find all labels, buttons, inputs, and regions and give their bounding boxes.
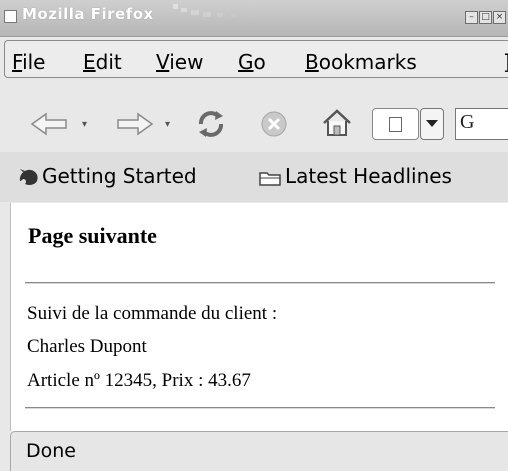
- window-menu-icon[interactable]: [4, 10, 17, 23]
- rss-folder-icon: [259, 172, 281, 186]
- status-bar: Done: [10, 431, 508, 471]
- menu-bookmarks-label: ookmarks: [318, 50, 417, 74]
- menu-view-label: iew: [169, 50, 204, 74]
- page-content: Page suivante Suivi de la commande du cl…: [10, 203, 508, 431]
- minimize-button[interactable]: –: [465, 11, 478, 24]
- customer-name: Charles Dupont: [27, 336, 147, 357]
- menu-view[interactable]: View: [156, 50, 203, 74]
- menu-edit-label: dit: [95, 50, 122, 74]
- menu-bookmarks[interactable]: Bookmarks: [305, 50, 417, 74]
- close-button[interactable]: ×: [493, 11, 506, 24]
- firefox-icon: [19, 169, 38, 185]
- reload-icon[interactable]: [194, 108, 228, 140]
- home-icon[interactable]: [320, 108, 354, 138]
- page-icon: [389, 117, 402, 132]
- bookmark-latest-headlines[interactable]: Latest Headlines: [285, 164, 452, 188]
- horizontal-rule: [25, 282, 495, 284]
- menu-go-label: o: [253, 50, 266, 74]
- title-decoration-icon: [173, 4, 236, 17]
- menu-file-label: ile: [22, 50, 46, 74]
- dropdown-arrow-icon: [426, 120, 438, 127]
- horizontal-rule: [25, 407, 495, 409]
- address-dropdown-button[interactable]: [420, 108, 444, 140]
- status-text: Done: [26, 440, 76, 462]
- window-title: Mozilla Firefox: [22, 5, 154, 23]
- menu-file[interactable]: File: [12, 50, 45, 74]
- menu-file-mnemonic: F: [12, 50, 23, 74]
- article-price: Article nº 12345, Prix : 43.67: [27, 370, 251, 391]
- menu-overflow[interactable]: ]: [503, 50, 508, 74]
- forward-history-dropdown-icon[interactable]: ▾: [165, 119, 170, 130]
- bookmarks-toolbar: Getting Started Latest Headlines: [0, 152, 508, 202]
- search-bar[interactable]: G: [455, 108, 508, 140]
- menu-view-mnemonic: V: [156, 50, 170, 74]
- back-icon[interactable]: [30, 112, 70, 136]
- menu-go[interactable]: Go: [238, 50, 266, 74]
- forward-icon[interactable]: [114, 112, 154, 136]
- address-bar[interactable]: [372, 108, 419, 140]
- page-heading: Page suivante: [28, 223, 157, 248]
- stop-icon[interactable]: [260, 110, 288, 138]
- browser-window: Mozilla Firefox – □ × File Edit View Go …: [0, 0, 508, 471]
- menu-edit[interactable]: Edit: [83, 50, 122, 74]
- menu-bookmarks-mnemonic: B: [305, 50, 319, 74]
- back-history-dropdown-icon[interactable]: ▾: [82, 119, 87, 130]
- maximize-button[interactable]: □: [479, 11, 492, 24]
- navigation-toolbar: ▾ ▾ G: [0, 88, 508, 152]
- menu-edit-mnemonic: E: [83, 50, 96, 74]
- text-line: Suivi de la commande du client :: [27, 303, 278, 324]
- menu-go-mnemonic: G: [238, 50, 254, 74]
- title-bar[interactable]: Mozilla Firefox – □ ×: [0, 0, 508, 37]
- bookmark-getting-started[interactable]: Getting Started: [42, 164, 197, 188]
- menu-bar: File Edit View Go Bookmarks ]: [4, 40, 508, 78]
- search-engine-icon[interactable]: G: [460, 111, 474, 134]
